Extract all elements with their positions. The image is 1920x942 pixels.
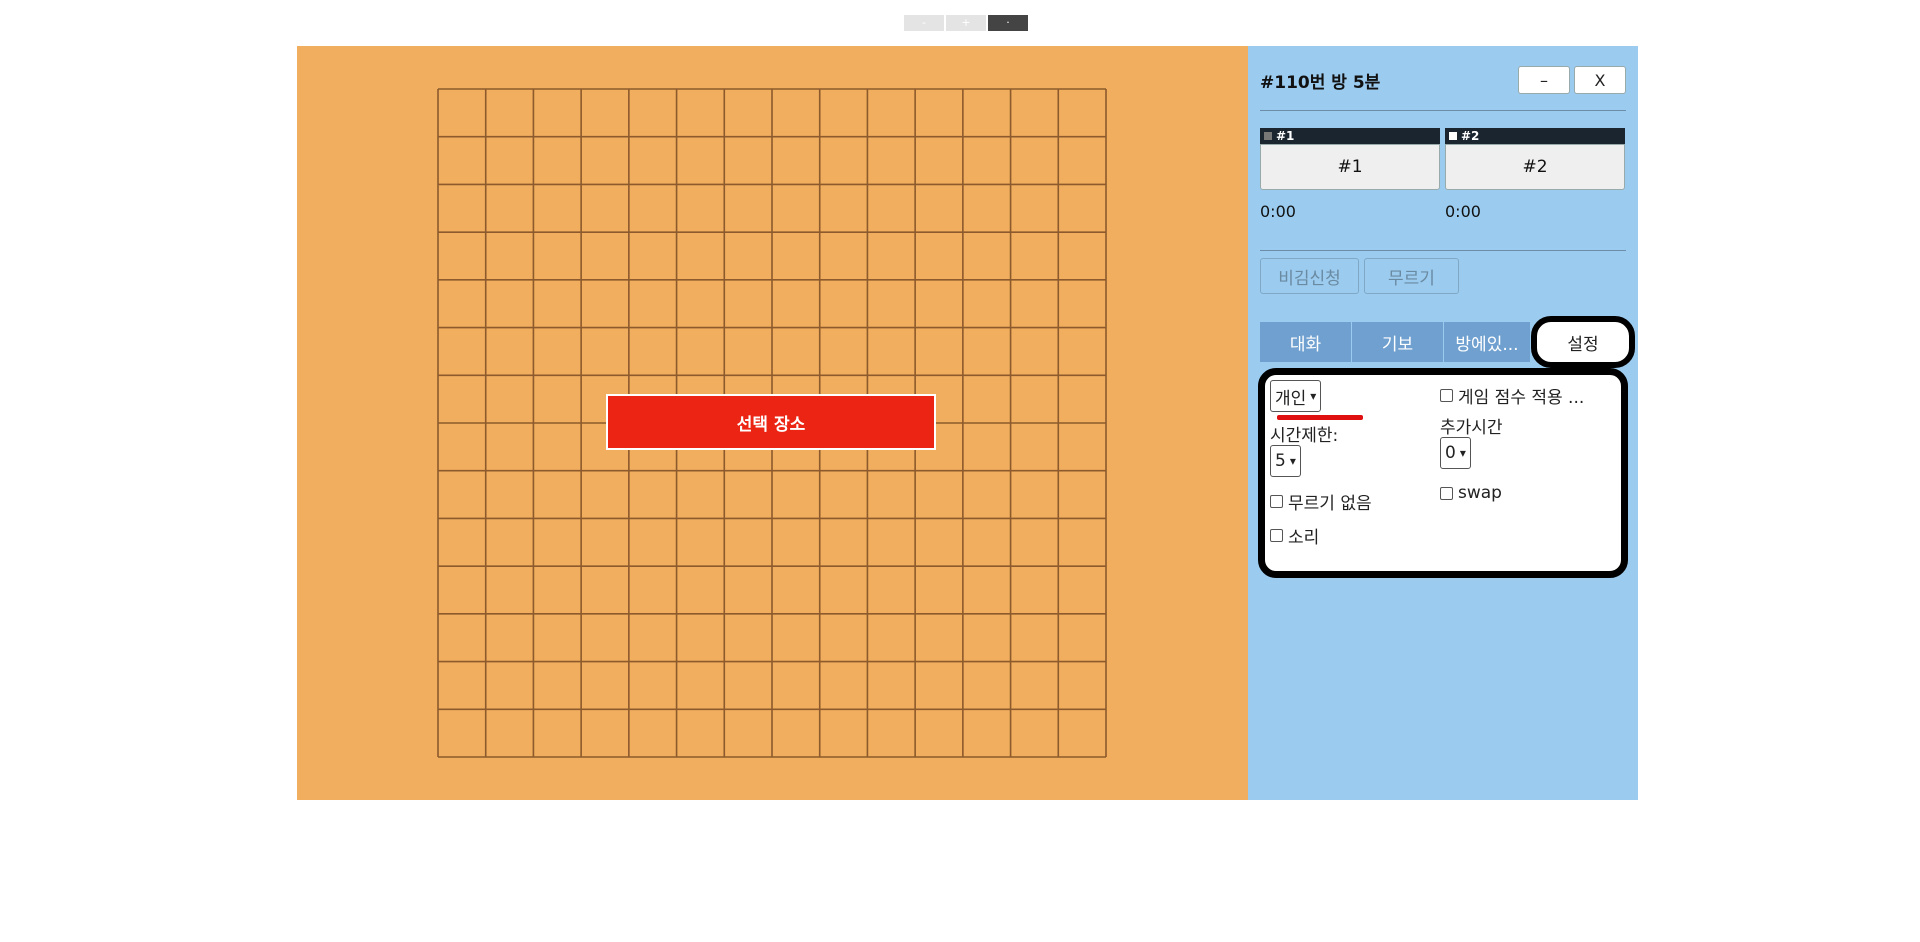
side-panel: #110번 방 5분 – X #1 #1 #2 #2 0:00 0:00 비김신… bbox=[1248, 46, 1638, 800]
chevron-down-icon: ▾ bbox=[1310, 389, 1317, 403]
time-limit-select[interactable]: 5 ▾ bbox=[1270, 445, 1301, 477]
player-1-button[interactable]: #1 bbox=[1260, 144, 1440, 190]
tab-settings[interactable]: 설정 bbox=[1531, 316, 1635, 368]
player-2-bar: #2 bbox=[1445, 128, 1625, 144]
player-1-timer: 0:00 bbox=[1260, 202, 1296, 221]
player-1-card: #1 #1 bbox=[1260, 128, 1440, 190]
score-apply-checkbox[interactable] bbox=[1440, 389, 1453, 402]
extra-time-value: 0 bbox=[1445, 443, 1456, 463]
mode-select[interactable]: 개인 ▾ bbox=[1270, 380, 1322, 412]
player-1-marker bbox=[1264, 132, 1272, 140]
swap-label: swap bbox=[1458, 483, 1502, 503]
player-1-tag: #1 bbox=[1276, 129, 1295, 143]
minimize-button[interactable]: – bbox=[1518, 66, 1570, 94]
zoom-reset-button[interactable]: · bbox=[988, 15, 1028, 31]
player-2-card: #2 #2 bbox=[1445, 128, 1625, 190]
player-2-tag: #2 bbox=[1461, 129, 1480, 143]
tab-room-users[interactable]: 방에있... bbox=[1444, 322, 1530, 362]
chevron-down-icon: ▾ bbox=[1289, 454, 1296, 468]
time-limit-value: 5 bbox=[1275, 451, 1286, 471]
divider bbox=[1260, 250, 1626, 251]
draw-request-button[interactable]: 비김신청 bbox=[1260, 258, 1359, 294]
time-limit-label: 시간제한: bbox=[1270, 426, 1339, 446]
sound-checkbox[interactable] bbox=[1270, 529, 1283, 542]
zoom-controls: - + · bbox=[904, 15, 1028, 31]
close-button[interactable]: X bbox=[1574, 66, 1626, 94]
player-2-button[interactable]: #2 bbox=[1445, 144, 1625, 190]
swap-checkbox[interactable] bbox=[1440, 486, 1453, 500]
tab-game-record[interactable]: 기보 bbox=[1352, 322, 1443, 362]
extra-time-select[interactable]: 0 ▾ bbox=[1440, 437, 1471, 469]
zoom-in-button[interactable]: + bbox=[946, 15, 986, 31]
divider bbox=[1260, 110, 1626, 111]
sound-label: 소리 bbox=[1288, 528, 1320, 548]
zoom-out-button[interactable]: - bbox=[904, 15, 944, 31]
player-1-bar: #1 bbox=[1260, 128, 1440, 144]
extra-time-label: 추가시간 bbox=[1440, 418, 1503, 438]
no-undo-label: 무르기 없음 bbox=[1288, 494, 1372, 514]
room-title: #110번 방 5분 bbox=[1260, 73, 1381, 93]
highlight-underline bbox=[1277, 415, 1363, 420]
settings-panel: 개인 ▾ 게임 점수 적용 ... 시간제한: 추가시간 5 ▾ 0 ▾ 무르기… bbox=[1258, 368, 1628, 578]
score-apply-label: 게임 점수 적용 ... bbox=[1458, 388, 1585, 408]
chevron-down-icon: ▾ bbox=[1459, 446, 1466, 460]
tab-chat[interactable]: 대화 bbox=[1260, 322, 1351, 362]
mode-select-value: 개인 bbox=[1275, 388, 1307, 409]
player-2-marker bbox=[1449, 132, 1457, 140]
no-undo-checkbox[interactable] bbox=[1270, 495, 1283, 508]
player-2-timer: 0:00 bbox=[1445, 202, 1481, 221]
place-stone-button[interactable]: 선택 장소 bbox=[606, 394, 936, 450]
undo-button[interactable]: 무르기 bbox=[1364, 258, 1459, 294]
